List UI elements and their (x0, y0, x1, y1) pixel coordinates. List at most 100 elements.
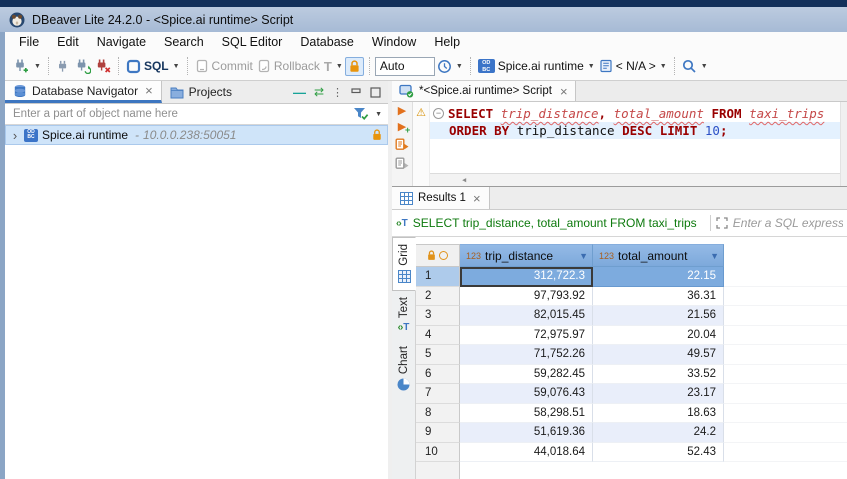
tree-item-connection[interactable]: › ODBC Spice.ai runtime - 10.0.0.238:500… (5, 125, 388, 145)
commit-button[interactable]: Commit (193, 57, 255, 75)
row-number[interactable]: 5 (416, 345, 460, 365)
grid-cell-filler (724, 287, 847, 307)
sort-desc-icon[interactable]: ▼ (579, 251, 588, 261)
grid-cell[interactable]: 312,722.3 (460, 267, 593, 287)
new-connection-dropdown[interactable]: ▼ (31, 61, 43, 72)
view-menu-icon[interactable]: ⋮ (332, 86, 343, 99)
row-number[interactable]: 2 (416, 287, 460, 307)
row-number[interactable]: 6 (416, 365, 460, 385)
object-filter-input[interactable] (13, 108, 348, 120)
sql-editor-button[interactable]: SQL ▼ (124, 57, 182, 76)
active-database-selector[interactable]: < N/A > ▼ (597, 57, 669, 75)
maximize-panel-icon[interactable] (370, 87, 381, 98)
grid-cell[interactable]: 20.04 (593, 326, 724, 346)
execute-statement-button[interactable]: ▶ (398, 106, 406, 117)
tab-text[interactable]: Text ‹›T (392, 291, 416, 340)
script-options-button[interactable] (395, 157, 409, 171)
transaction-history-button[interactable]: ▼ (435, 57, 465, 76)
table-row[interactable]: 951,619.3624.2 (416, 423, 847, 443)
search-button[interactable]: ▼ (680, 57, 710, 76)
tab-database-navigator[interactable]: Database Navigator × (5, 81, 162, 103)
grid-cell[interactable]: 52.43 (593, 443, 724, 463)
active-connection-selector[interactable]: ODBC Spice.ai runtime ▼ (476, 57, 597, 75)
table-row[interactable]: 659,282.4533.52 (416, 365, 847, 385)
menu-file[interactable]: File (10, 35, 48, 49)
tab-projects[interactable]: Projects (162, 81, 240, 103)
row-number[interactable]: 9 (416, 423, 460, 443)
table-row[interactable]: 759,076.4323.17 (416, 384, 847, 404)
table-row[interactable]: 1312,722.322.15 (416, 267, 847, 287)
rollback-button[interactable]: Rollback (255, 57, 322, 75)
collapse-all-icon[interactable]: — (293, 85, 306, 100)
execute-new-tab-button[interactable]: ▶+ (398, 122, 406, 133)
chevron-down-icon[interactable]: ▼ (375, 111, 382, 118)
disconnect-button[interactable] (93, 56, 113, 76)
row-number[interactable]: 3 (416, 306, 460, 326)
column-header-trip-distance[interactable]: 123 trip_distance ▼ (460, 244, 593, 267)
editor-vertical-scrollbar[interactable] (840, 102, 847, 186)
grid-cell[interactable]: 44,018.64 (460, 443, 593, 463)
grid-cell[interactable]: 24.2 (593, 423, 724, 443)
menu-database[interactable]: Database (291, 35, 363, 49)
grid-cell[interactable]: 97,793.92 (460, 287, 593, 307)
tab-results-1[interactable]: Results 1 × (392, 187, 490, 209)
row-number[interactable]: 8 (416, 404, 460, 424)
grid-cell[interactable]: 59,076.43 (460, 384, 593, 404)
expand-filter-icon[interactable] (716, 217, 728, 229)
table-row[interactable]: 297,793.9236.31 (416, 287, 847, 307)
menu-search[interactable]: Search (155, 35, 213, 49)
close-icon[interactable]: × (473, 191, 481, 206)
grid-cell[interactable]: 51,619.36 (460, 423, 593, 443)
close-icon[interactable]: × (145, 83, 153, 98)
filter-funnel-icon[interactable] (353, 107, 369, 121)
table-row[interactable]: 1044,018.6452.43 (416, 443, 847, 463)
editor-code-area[interactable]: − SELECT trip_distance, total_amount FRO… (430, 102, 840, 186)
reconnect-button[interactable] (73, 56, 93, 76)
row-number[interactable]: 1 (416, 267, 460, 287)
menu-help[interactable]: Help (425, 35, 469, 49)
grid-cell[interactable]: 49.57 (593, 345, 724, 365)
table-row[interactable]: 571,752.2649.57 (416, 345, 847, 365)
connection-lock-toggle[interactable] (345, 57, 364, 76)
grid-cell[interactable]: 59,282.45 (460, 365, 593, 385)
expression-placeholder[interactable]: Enter a SQL expression to (733, 216, 843, 230)
table-row[interactable]: 382,015.4521.56 (416, 306, 847, 326)
editor-horizontal-scrollbar[interactable]: ◀ (430, 173, 840, 186)
grid-corner-cell[interactable] (416, 244, 460, 267)
menu-window[interactable]: Window (363, 35, 425, 49)
fold-collapse-icon[interactable]: − (433, 108, 444, 119)
grid-cell[interactable]: 36.31 (593, 287, 724, 307)
tab-grid[interactable]: Grid (392, 237, 416, 291)
grid-cell[interactable]: 23.17 (593, 384, 724, 404)
minimize-panel-icon[interactable] (351, 87, 362, 97)
row-number[interactable]: 7 (416, 384, 460, 404)
chevron-right-icon[interactable]: › (10, 128, 20, 143)
row-number[interactable]: 10 (416, 443, 460, 463)
row-number[interactable]: 4 (416, 326, 460, 346)
grid-cell[interactable]: 21.56 (593, 306, 724, 326)
link-with-editor-icon[interactable]: ⇄ (314, 85, 324, 99)
grid-cell[interactable]: 22.15 (593, 267, 724, 287)
connect-button[interactable] (54, 57, 73, 76)
tab-sql-script[interactable]: *<Spice.ai runtime> Script × (392, 81, 576, 101)
execute-script-button[interactable] (395, 138, 409, 152)
tab-chart[interactable]: Chart (392, 340, 416, 398)
scroll-left-icon[interactable]: ◀ (462, 176, 466, 184)
menu-edit[interactable]: Edit (48, 35, 88, 49)
table-row[interactable]: 858,298.5118.63 (416, 404, 847, 424)
grid-cell[interactable]: 18.63 (593, 404, 724, 424)
transaction-log-button[interactable]: T ▼ (322, 57, 345, 76)
column-header-total-amount[interactable]: 123 total_amount ▼ (593, 244, 724, 267)
grid-cell[interactable]: 72,975.97 (460, 326, 593, 346)
menu-sql-editor[interactable]: SQL Editor (213, 35, 292, 49)
menu-navigate[interactable]: Navigate (88, 35, 155, 49)
grid-cell[interactable]: 33.52 (593, 365, 724, 385)
new-connection-button[interactable] (11, 56, 31, 76)
grid-cell[interactable]: 82,015.45 (460, 306, 593, 326)
grid-cell[interactable]: 58,298.51 (460, 404, 593, 424)
grid-cell[interactable]: 71,752.26 (460, 345, 593, 365)
table-row[interactable]: 472,975.9720.04 (416, 326, 847, 346)
sort-desc-icon[interactable]: ▼ (710, 251, 719, 261)
commit-mode-input[interactable] (375, 57, 435, 76)
close-icon[interactable]: × (560, 84, 568, 99)
